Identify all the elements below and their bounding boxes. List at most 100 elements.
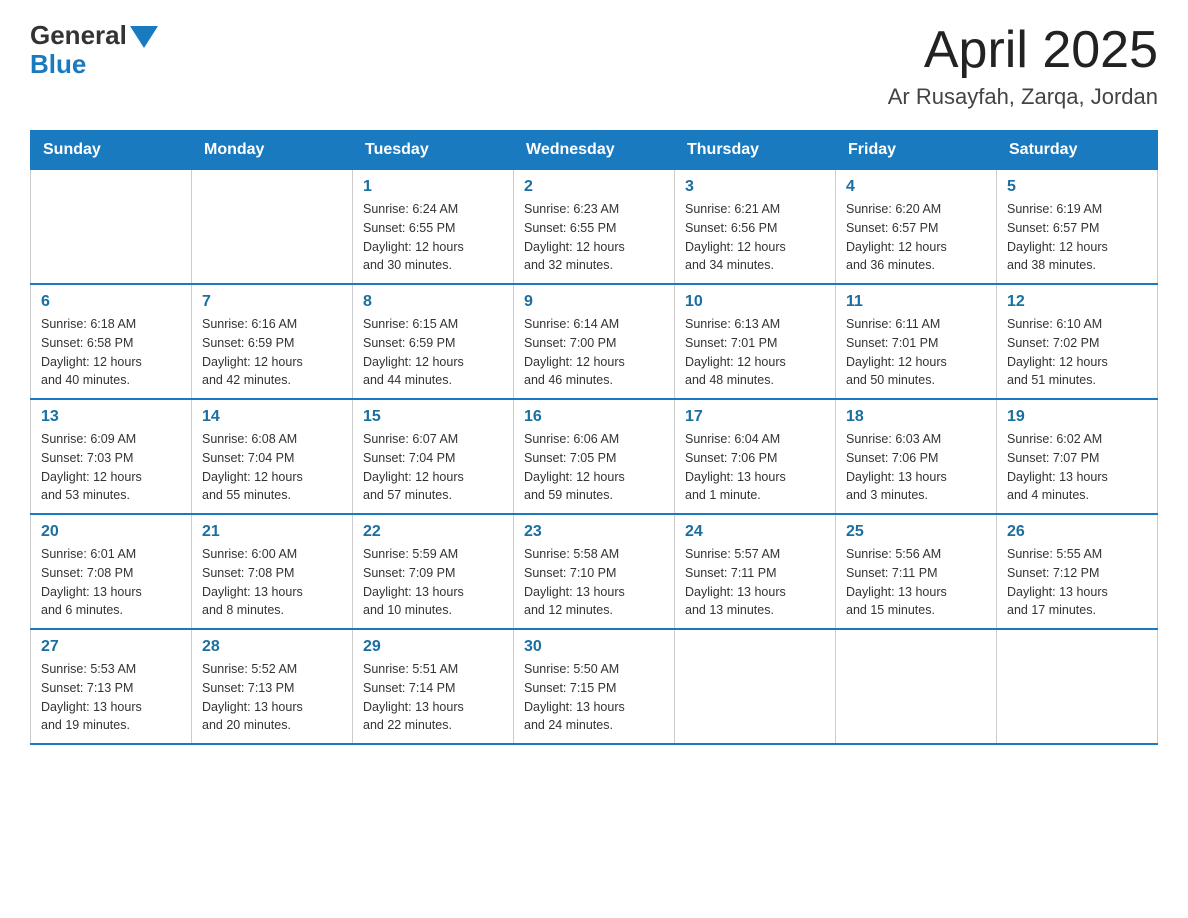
logo: General Blue — [30, 20, 158, 80]
day-info: Sunrise: 6:24 AM Sunset: 6:55 PM Dayligh… — [363, 200, 503, 275]
day-number: 1 — [363, 178, 503, 196]
calendar-cell: 11 Sunrise: 6:11 AM Sunset: 7:01 PM Dayli… — [836, 284, 997, 399]
calendar-cell: 2 Sunrise: 6:23 AM Sunset: 6:55 PM Daylig… — [514, 170, 675, 285]
calendar-cell: 4 Sunrise: 6:20 AM Sunset: 6:57 PM Daylig… — [836, 170, 997, 285]
day-info: Sunrise: 6:18 AM Sunset: 6:58 PM Dayligh… — [41, 315, 181, 390]
title-block: April 2025 Ar Rusayfah, Zarqa, Jordan — [888, 20, 1158, 110]
calendar-cell: 30 Sunrise: 5:50 AM Sunset: 7:15 PM Dayli… — [514, 629, 675, 744]
day-info: Sunrise: 6:15 AM Sunset: 6:59 PM Dayligh… — [363, 315, 503, 390]
day-info: Sunrise: 6:00 AM Sunset: 7:08 PM Dayligh… — [202, 545, 342, 620]
calendar-cell: 9 Sunrise: 6:14 AM Sunset: 7:00 PM Daylig… — [514, 284, 675, 399]
calendar-cell: 14 Sunrise: 6:08 AM Sunset: 7:04 PM Dayli… — [192, 399, 353, 514]
day-info: Sunrise: 5:59 AM Sunset: 7:09 PM Dayligh… — [363, 545, 503, 620]
calendar-table: SundayMondayTuesdayWednesdayThursdayFrid… — [30, 130, 1158, 745]
calendar-cell — [675, 629, 836, 744]
calendar-cell: 28Sunrise: 5:52 AM Sunset: 7:13 PM Dayli… — [192, 629, 353, 744]
calendar-cell: 5 Sunrise: 6:19 AM Sunset: 6:57 PM Daylig… — [997, 170, 1158, 285]
calendar-header-wednesday: Wednesday — [514, 131, 675, 170]
calendar-cell: 16 Sunrise: 6:06 AM Sunset: 7:05 PM Dayli… — [514, 399, 675, 514]
calendar-cell: 13Sunrise: 6:09 AM Sunset: 7:03 PM Dayli… — [31, 399, 192, 514]
day-info: Sunrise: 6:03 AM Sunset: 7:06 PM Dayligh… — [846, 430, 986, 505]
calendar-cell — [192, 170, 353, 285]
day-number: 30 — [524, 638, 664, 656]
day-number: 17 — [685, 408, 825, 426]
day-info: Sunrise: 6:11 AM Sunset: 7:01 PM Dayligh… — [846, 315, 986, 390]
calendar-header-sunday: Sunday — [31, 131, 192, 170]
day-info: Sunrise: 5:55 AM Sunset: 7:12 PM Dayligh… — [1007, 545, 1147, 620]
day-number: 25 — [846, 523, 986, 541]
day-number: 16 — [524, 408, 664, 426]
day-number: 27 — [41, 638, 181, 656]
calendar-cell: 12 Sunrise: 6:10 AM Sunset: 7:02 PM Dayli… — [997, 284, 1158, 399]
day-number: 15 — [363, 408, 503, 426]
calendar-header-friday: Friday — [836, 131, 997, 170]
day-info: Sunrise: 6:06 AM Sunset: 7:05 PM Dayligh… — [524, 430, 664, 505]
calendar-cell — [31, 170, 192, 285]
day-info: Sunrise: 6:07 AM Sunset: 7:04 PM Dayligh… — [363, 430, 503, 505]
page-header: General Blue April 2025 Ar Rusayfah, Zar… — [30, 20, 1158, 110]
day-info: Sunrise: 6:01 AM Sunset: 7:08 PM Dayligh… — [41, 545, 181, 620]
day-number: 2 — [524, 178, 664, 196]
day-info: Sunrise: 6:21 AM Sunset: 6:56 PM Dayligh… — [685, 200, 825, 275]
calendar-week-row: 6 Sunrise: 6:18 AM Sunset: 6:58 PM Daylig… — [31, 284, 1158, 399]
day-number: 13 — [41, 408, 181, 426]
day-info: Sunrise: 6:10 AM Sunset: 7:02 PM Dayligh… — [1007, 315, 1147, 390]
day-number: 14 — [202, 408, 342, 426]
day-info: Sunrise: 6:23 AM Sunset: 6:55 PM Dayligh… — [524, 200, 664, 275]
day-info: Sunrise: 6:16 AM Sunset: 6:59 PM Dayligh… — [202, 315, 342, 390]
calendar-cell: 18 Sunrise: 6:03 AM Sunset: 7:06 PM Dayli… — [836, 399, 997, 514]
day-info: Sunrise: 5:50 AM Sunset: 7:15 PM Dayligh… — [524, 660, 664, 735]
day-info: Sunrise: 5:51 AM Sunset: 7:14 PM Dayligh… — [363, 660, 503, 735]
day-info: Sunrise: 6:20 AM Sunset: 6:57 PM Dayligh… — [846, 200, 986, 275]
day-info: Sunrise: 5:53 AM Sunset: 7:13 PM Dayligh… — [41, 660, 181, 735]
calendar-cell: 21 Sunrise: 6:00 AM Sunset: 7:08 PM Dayli… — [192, 514, 353, 629]
calendar-cell: 26 Sunrise: 5:55 AM Sunset: 7:12 PM Dayli… — [997, 514, 1158, 629]
day-number: 4 — [846, 178, 986, 196]
day-number: 26 — [1007, 523, 1147, 541]
day-info: Sunrise: 6:13 AM Sunset: 7:01 PM Dayligh… — [685, 315, 825, 390]
calendar-week-row: 13Sunrise: 6:09 AM Sunset: 7:03 PM Dayli… — [31, 399, 1158, 514]
day-number: 29 — [363, 638, 503, 656]
day-info: Sunrise: 6:14 AM Sunset: 7:00 PM Dayligh… — [524, 315, 664, 390]
day-info: Sunrise: 5:57 AM Sunset: 7:11 PM Dayligh… — [685, 545, 825, 620]
day-info: Sunrise: 6:04 AM Sunset: 7:06 PM Dayligh… — [685, 430, 825, 505]
calendar-week-row: 20 Sunrise: 6:01 AM Sunset: 7:08 PM Dayli… — [31, 514, 1158, 629]
page-title: April 2025 — [888, 20, 1158, 80]
day-number: 5 — [1007, 178, 1147, 196]
day-number: 11 — [846, 293, 986, 311]
day-number: 20 — [41, 523, 181, 541]
calendar-cell: 27 Sunrise: 5:53 AM Sunset: 7:13 PM Dayli… — [31, 629, 192, 744]
calendar-cell: 19 Sunrise: 6:02 AM Sunset: 7:07 PM Dayli… — [997, 399, 1158, 514]
day-number: 9 — [524, 293, 664, 311]
calendar-cell: 23 Sunrise: 5:58 AM Sunset: 7:10 PM Dayli… — [514, 514, 675, 629]
calendar-header-row: SundayMondayTuesdayWednesdayThursdayFrid… — [31, 131, 1158, 170]
day-number: 3 — [685, 178, 825, 196]
day-number: 21 — [202, 523, 342, 541]
calendar-cell — [997, 629, 1158, 744]
location-title: Ar Rusayfah, Zarqa, Jordan — [888, 84, 1158, 110]
day-number: 19 — [1007, 408, 1147, 426]
day-number: 10 — [685, 293, 825, 311]
logo-triangle-icon — [130, 26, 158, 48]
day-number: 22 — [363, 523, 503, 541]
day-info: Sunrise: 5:56 AM Sunset: 7:11 PM Dayligh… — [846, 545, 986, 620]
calendar-cell: 17 Sunrise: 6:04 AM Sunset: 7:06 PM Dayli… — [675, 399, 836, 514]
day-number: 8 — [363, 293, 503, 311]
calendar-cell — [836, 629, 997, 744]
day-number: 12 — [1007, 293, 1147, 311]
calendar-header-saturday: Saturday — [997, 131, 1158, 170]
day-number: 6 — [41, 293, 181, 311]
day-info: Sunrise: 6:19 AM Sunset: 6:57 PM Dayligh… — [1007, 200, 1147, 275]
calendar-cell: 10 Sunrise: 6:13 AM Sunset: 7:01 PM Dayli… — [675, 284, 836, 399]
day-info: Sunrise: 5:58 AM Sunset: 7:10 PM Dayligh… — [524, 545, 664, 620]
day-number: 18 — [846, 408, 986, 426]
calendar-cell: 8 Sunrise: 6:15 AM Sunset: 6:59 PM Daylig… — [353, 284, 514, 399]
day-info: Sunrise: 6:08 AM Sunset: 7:04 PM Dayligh… — [202, 430, 342, 505]
calendar-header-monday: Monday — [192, 131, 353, 170]
logo-blue-text: Blue — [30, 49, 86, 80]
calendar-header-tuesday: Tuesday — [353, 131, 514, 170]
calendar-cell: 15 Sunrise: 6:07 AM Sunset: 7:04 PM Dayli… — [353, 399, 514, 514]
calendar-cell: 3 Sunrise: 6:21 AM Sunset: 6:56 PM Daylig… — [675, 170, 836, 285]
day-info: Sunrise: 6:02 AM Sunset: 7:07 PM Dayligh… — [1007, 430, 1147, 505]
day-number: 23 — [524, 523, 664, 541]
